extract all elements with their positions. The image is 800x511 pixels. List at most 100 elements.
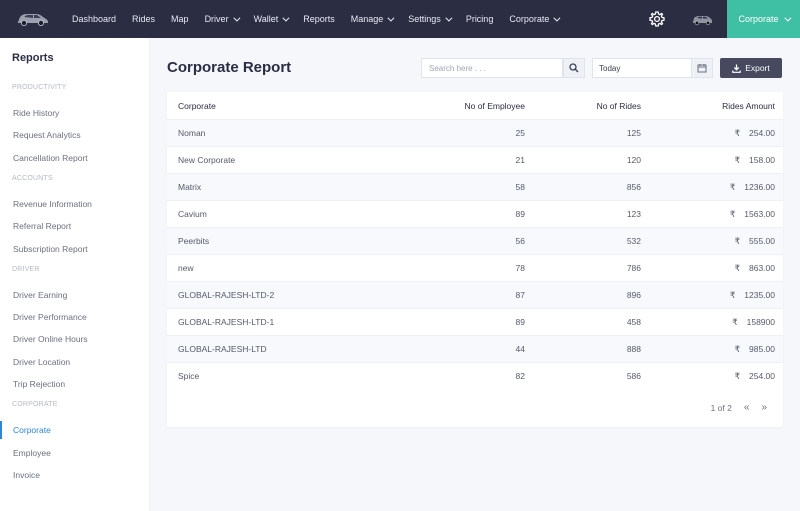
search-input[interactable]	[421, 58, 563, 78]
amount-cell: ₹1236.00	[730, 182, 775, 193]
employees-cell: 56	[515, 236, 525, 246]
nav-item-corporate[interactable]: Corporate	[501, 0, 566, 38]
nav-item-pricing[interactable]: Pricing	[458, 0, 502, 38]
prev-page-button[interactable]: «	[744, 402, 750, 413]
employees-cell: 87	[515, 290, 525, 300]
employees-cell: 82	[515, 371, 525, 381]
next-page-button[interactable]: »	[761, 402, 767, 413]
nav-item-driver[interactable]: Driver	[197, 0, 246, 38]
employees-cell: 21	[515, 155, 525, 165]
sidebar-item-request-analytics[interactable]: Request Analytics	[0, 126, 150, 144]
column-header-employees[interactable]: No of Employee	[465, 101, 525, 111]
table-row[interactable]: Noman 25 125 ₹254.00	[167, 119, 783, 146]
currency-symbol: ₹	[729, 181, 736, 192]
nav-item-settings[interactable]: Settings	[400, 0, 458, 38]
corporate-cell: GLOBAL-RAJESH-LTD-2	[178, 290, 275, 300]
sidebar-item-trip-rejection[interactable]: Trip Rejection	[0, 375, 150, 393]
column-header-corporate[interactable]: Corporate	[178, 101, 216, 111]
column-header-amount[interactable]: Rides Amount	[722, 101, 775, 111]
sidebar-title: Reports	[12, 52, 54, 64]
nav-item-label: Pricing	[465, 14, 494, 24]
amount-value: 1236.00	[744, 181, 775, 192]
corporate-cell: GLOBAL-RAJESH-LTD-1	[178, 317, 275, 327]
sidebar-item-driver-performance[interactable]: Driver Performance	[0, 308, 150, 326]
account-menu-button[interactable]: Corporate	[727, 0, 800, 38]
amount-cell: ₹158.00	[735, 155, 775, 166]
rides-cell: 888	[626, 344, 641, 354]
sidebar-item-driver-location[interactable]: Driver Location	[0, 353, 150, 371]
sidebar-item-ride-history[interactable]: Ride History	[0, 104, 150, 122]
nav-item-reports[interactable]: Reports	[295, 0, 343, 38]
nav-item-label: Driver	[204, 14, 229, 24]
corporate-cell: Peerbits	[178, 236, 210, 246]
sidebar-item-revenue-information[interactable]: Revenue Information	[0, 195, 150, 213]
top-navbar: Dashboard Rides Map Driver Wallet Reports Mana…	[0, 0, 800, 38]
sidebar-section-heading: CORPORATE	[12, 401, 58, 409]
sidebar-item-driver-earning[interactable]: Driver Earning	[0, 286, 150, 304]
search-button[interactable]	[563, 58, 585, 78]
employees-cell: 58	[515, 182, 525, 192]
car-logo-icon[interactable]	[0, 0, 64, 38]
sidebar-item-driver-online-hours[interactable]: Driver Online Hours	[0, 330, 150, 348]
page-indicator: 1 of 2	[710, 402, 732, 413]
reports-sidebar: Reports PRODUCTIVITY Ride History Request …	[0, 38, 150, 511]
sidebar-item-corporate[interactable]: Corporate	[0, 421, 150, 440]
download-icon	[732, 64, 742, 73]
nav-item-rides[interactable]: Rides	[124, 0, 163, 38]
sidebar-item-cancellation-report[interactable]: Cancellation Report	[0, 149, 150, 167]
rides-cell: 125	[626, 128, 641, 138]
corporate-cell: Spice	[178, 371, 200, 381]
export-label: Export	[745, 63, 770, 73]
rides-cell: 120	[626, 155, 641, 165]
table-row[interactable]: GLOBAL-RAJESH-LTD-2 87 896 ₹1235.00	[167, 281, 783, 308]
currency-symbol: ₹	[729, 289, 736, 300]
calendar-icon	[697, 64, 707, 73]
corporate-cell: Matrix	[178, 182, 202, 192]
rides-cell: 123	[626, 209, 641, 219]
table-row[interactable]: Spice 82 586 ₹254.00	[167, 362, 783, 389]
sidebar-item-referral-report[interactable]: Referral Report	[0, 217, 150, 235]
amount-cell: ₹254.00	[735, 128, 775, 139]
chevron-down-icon	[282, 14, 290, 22]
nav-item-label: Map	[171, 14, 189, 24]
table-row[interactable]: Peerbits 56 532 ₹555.00	[167, 227, 783, 254]
calendar-button[interactable]	[691, 58, 713, 78]
pagination: 1 of 2 « »	[711, 402, 767, 413]
nav-item-label: Manage	[350, 14, 384, 24]
export-button[interactable]: Export	[720, 58, 782, 78]
rides-cell: 532	[626, 236, 641, 246]
nav-item-dashboard[interactable]: Dashboard	[64, 0, 124, 38]
table-row[interactable]: Matrix 58 856 ₹1236.00	[167, 173, 783, 200]
amount-value: 1563.00	[744, 208, 775, 219]
table-row[interactable]: New Corporate 21 120 ₹158.00	[167, 146, 783, 173]
currency-symbol: ₹	[734, 154, 740, 165]
main-nav: Dashboard Rides Map Driver Wallet Reports Mana…	[64, 0, 566, 38]
sidebar-item-employee[interactable]: Employee	[0, 444, 150, 462]
nav-item-manage[interactable]: Manage	[343, 0, 401, 38]
vehicle-icon[interactable]	[690, 10, 714, 28]
amount-value: 254.00	[749, 370, 775, 381]
date-filter-input[interactable]	[592, 58, 692, 78]
nav-item-wallet[interactable]: Wallet	[246, 0, 296, 38]
employees-cell: 78	[515, 263, 525, 273]
table-row[interactable]: GLOBAL-RAJESH-LTD 44 888 ₹985.00	[167, 335, 783, 362]
chevron-down-icon	[553, 14, 561, 22]
employees-cell: 89	[515, 209, 525, 219]
nav-item-label: Wallet	[253, 14, 279, 24]
table-row[interactable]: Cavium 89 123 ₹1563.00	[167, 200, 783, 227]
corporate-cell: New Corporate	[178, 155, 236, 165]
gear-icon[interactable]	[647, 9, 667, 29]
amount-cell: ₹1563.00	[730, 209, 775, 220]
amount-value: 985.00	[749, 343, 775, 354]
nav-item-label: Corporate	[509, 14, 550, 24]
table-row[interactable]: GLOBAL-RAJESH-LTD-1 89 458 ₹158900	[167, 308, 783, 335]
nav-item-map[interactable]: Map	[163, 0, 197, 38]
table-row[interactable]: new 78 786 ₹863.00	[167, 254, 783, 281]
sidebar-item-invoice[interactable]: Invoice	[0, 466, 150, 484]
nav-item-label: Rides	[132, 14, 156, 24]
sidebar-section-heading: ACCOUNTS	[12, 174, 53, 182]
chevron-down-icon	[387, 14, 395, 22]
column-header-rides[interactable]: No of Rides	[597, 101, 641, 111]
employees-cell: 89	[515, 317, 525, 327]
sidebar-item-subscription-report[interactable]: Subscription Report	[0, 240, 150, 258]
